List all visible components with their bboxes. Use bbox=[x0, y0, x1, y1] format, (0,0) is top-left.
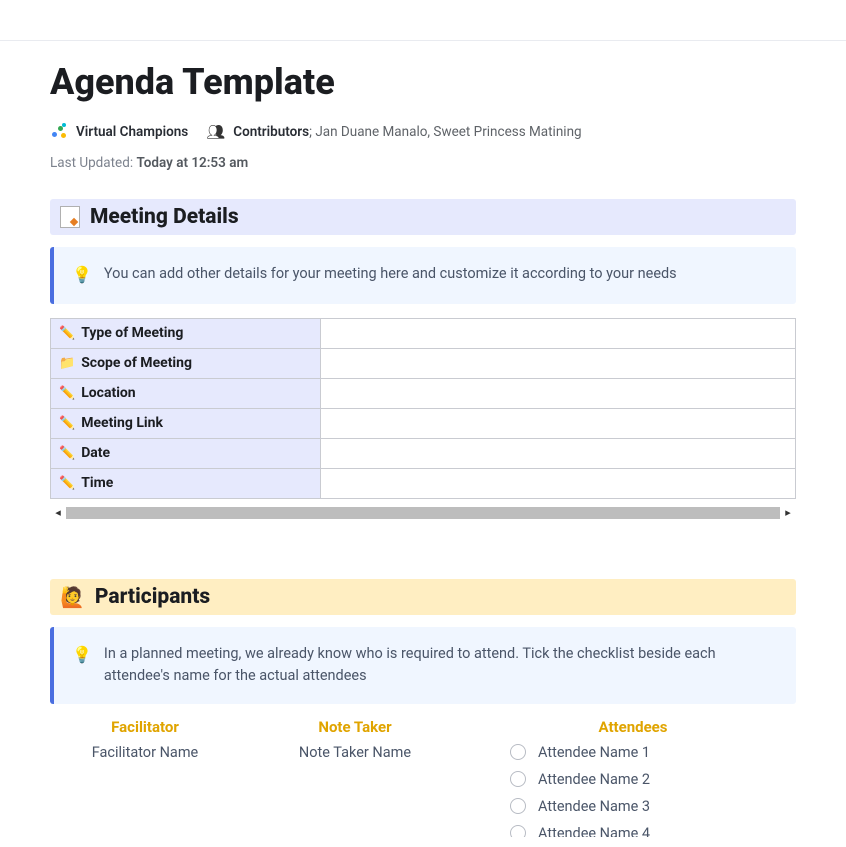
facilitator-heading: Facilitator bbox=[58, 718, 232, 736]
attendee-name[interactable]: Attendee Name 2 bbox=[538, 771, 650, 788]
scrollbar-track[interactable] bbox=[66, 507, 780, 519]
last-updated-label: Last Updated: bbox=[50, 155, 133, 171]
attendee-item: Attendee Name 2 bbox=[510, 771, 788, 788]
lightbulb-icon: 💡 bbox=[72, 263, 92, 288]
attendee-name[interactable]: Attendee Name 4 bbox=[538, 825, 650, 837]
detail-label-cell[interactable]: ✏️ Meeting Link bbox=[51, 408, 321, 438]
contributors-tag[interactable]: 👥︎ Contributors; Jan Duane Manalo, Sweet… bbox=[206, 123, 581, 141]
meeting-details-hint: 💡 You can add other details for your mee… bbox=[50, 247, 796, 304]
table-row: ✏️ Meeting Link bbox=[51, 408, 796, 438]
contributors-names: Jan Duane Manalo, Sweet Princess Matinin… bbox=[315, 124, 581, 140]
org-name: Virtual Champions bbox=[76, 124, 188, 140]
last-updated: Last Updated: Today at 12:53 am bbox=[50, 155, 796, 171]
attendee-checkbox[interactable] bbox=[510, 798, 526, 814]
page-title: Agenda Template bbox=[50, 61, 796, 103]
meeting-details-hint-text: You can add other details for your meeti… bbox=[104, 263, 677, 288]
detail-label: Time bbox=[81, 475, 113, 491]
attendees-heading: Attendees bbox=[478, 718, 788, 736]
detail-value-cell[interactable] bbox=[321, 468, 796, 498]
participants-columns: Facilitator Facilitator Name Note Taker … bbox=[50, 718, 796, 847]
pencil-icon: ✏️ bbox=[59, 446, 75, 461]
raising-hand-icon: 🙋 bbox=[60, 585, 85, 609]
detail-label: Date bbox=[81, 445, 110, 461]
detail-value-cell[interactable] bbox=[321, 438, 796, 468]
table-row: 📁 Scope of Meeting bbox=[51, 348, 796, 378]
participants-hint: 💡 In a planned meeting, we already know … bbox=[50, 627, 796, 704]
notetaker-name[interactable]: Note Taker Name bbox=[248, 744, 462, 761]
attendee-item: Attendee Name 1 bbox=[510, 744, 788, 761]
pencil-icon: ✏️ bbox=[59, 416, 75, 431]
pencil-icon: ✏️ bbox=[59, 386, 75, 401]
contributors-label: Contributors bbox=[233, 124, 309, 140]
table-row: ✏️ Date bbox=[51, 438, 796, 468]
section-header-meeting-details: Meeting Details bbox=[50, 199, 796, 235]
detail-value-cell[interactable] bbox=[321, 348, 796, 378]
facilitator-name[interactable]: Facilitator Name bbox=[58, 744, 232, 761]
memo-icon bbox=[60, 206, 80, 228]
detail-value-cell[interactable] bbox=[321, 378, 796, 408]
top-divider bbox=[0, 40, 846, 41]
participants-hint-text: In a planned meeting, we already know wh… bbox=[104, 643, 778, 688]
attendee-item: Attendee Name 3 bbox=[510, 798, 788, 815]
detail-value-cell[interactable] bbox=[321, 408, 796, 438]
detail-label: Meeting Link bbox=[81, 415, 163, 431]
detail-label-cell[interactable]: 📁 Scope of Meeting bbox=[51, 348, 321, 378]
detail-label-cell[interactable]: ✏️ Type of Meeting bbox=[51, 318, 321, 348]
scroll-right-arrow-icon[interactable]: ▸ bbox=[780, 505, 796, 521]
detail-label: Type of Meeting bbox=[81, 325, 183, 341]
detail-label-cell[interactable]: ✏️ Location bbox=[51, 378, 321, 408]
meeting-details-table: ✏️ Type of Meeting 📁 Scope of Meeting ✏️ Loca… bbox=[50, 318, 796, 521]
facilitator-column: Facilitator Facilitator Name bbox=[50, 718, 240, 847]
attendee-checkbox[interactable] bbox=[510, 825, 526, 837]
detail-label: Scope of Meeting bbox=[81, 355, 192, 371]
table-row: ✏️ Location bbox=[51, 378, 796, 408]
detail-label: Location bbox=[81, 385, 135, 401]
notetaker-heading: Note Taker bbox=[248, 718, 462, 736]
attendees-column: Attendees Attendee Name 1 Attendee Name 2… bbox=[470, 718, 796, 847]
detail-label-cell[interactable]: ✏️ Date bbox=[51, 438, 321, 468]
pencil-icon: ✏️ bbox=[59, 476, 75, 491]
people-icon: 👥︎ bbox=[206, 123, 225, 141]
detail-value-cell[interactable] bbox=[321, 318, 796, 348]
detail-label-cell[interactable]: ✏️ Time bbox=[51, 468, 321, 498]
last-updated-value: Today at 12:53 am bbox=[136, 155, 248, 171]
attendee-item: Attendee Name 4 bbox=[510, 825, 788, 837]
lightbulb-icon: 💡 bbox=[72, 643, 92, 688]
attendee-checkbox[interactable] bbox=[510, 771, 526, 787]
participants-heading: Participants bbox=[95, 585, 210, 609]
table-row: ✏️ Time bbox=[51, 468, 796, 498]
org-logo-icon bbox=[50, 123, 68, 141]
horizontal-scrollbar[interactable]: ◂ ▸ bbox=[50, 505, 796, 521]
org-tag[interactable]: Virtual Champions bbox=[50, 123, 188, 141]
meeting-details-heading: Meeting Details bbox=[90, 205, 239, 229]
scroll-left-arrow-icon[interactable]: ◂ bbox=[50, 505, 66, 521]
attendee-name[interactable]: Attendee Name 3 bbox=[538, 798, 650, 815]
attendee-checkbox[interactable] bbox=[510, 744, 526, 760]
pencil-icon: ✏️ bbox=[59, 326, 75, 341]
notetaker-column: Note Taker Note Taker Name bbox=[240, 718, 470, 847]
section-header-participants: 🙋 Participants bbox=[50, 579, 796, 615]
meta-row: Virtual Champions 👥︎ Contributors; Jan D… bbox=[50, 123, 796, 141]
table-row: ✏️ Type of Meeting bbox=[51, 318, 796, 348]
folder-icon: 📁 bbox=[59, 356, 75, 371]
attendee-name[interactable]: Attendee Name 1 bbox=[538, 744, 650, 761]
